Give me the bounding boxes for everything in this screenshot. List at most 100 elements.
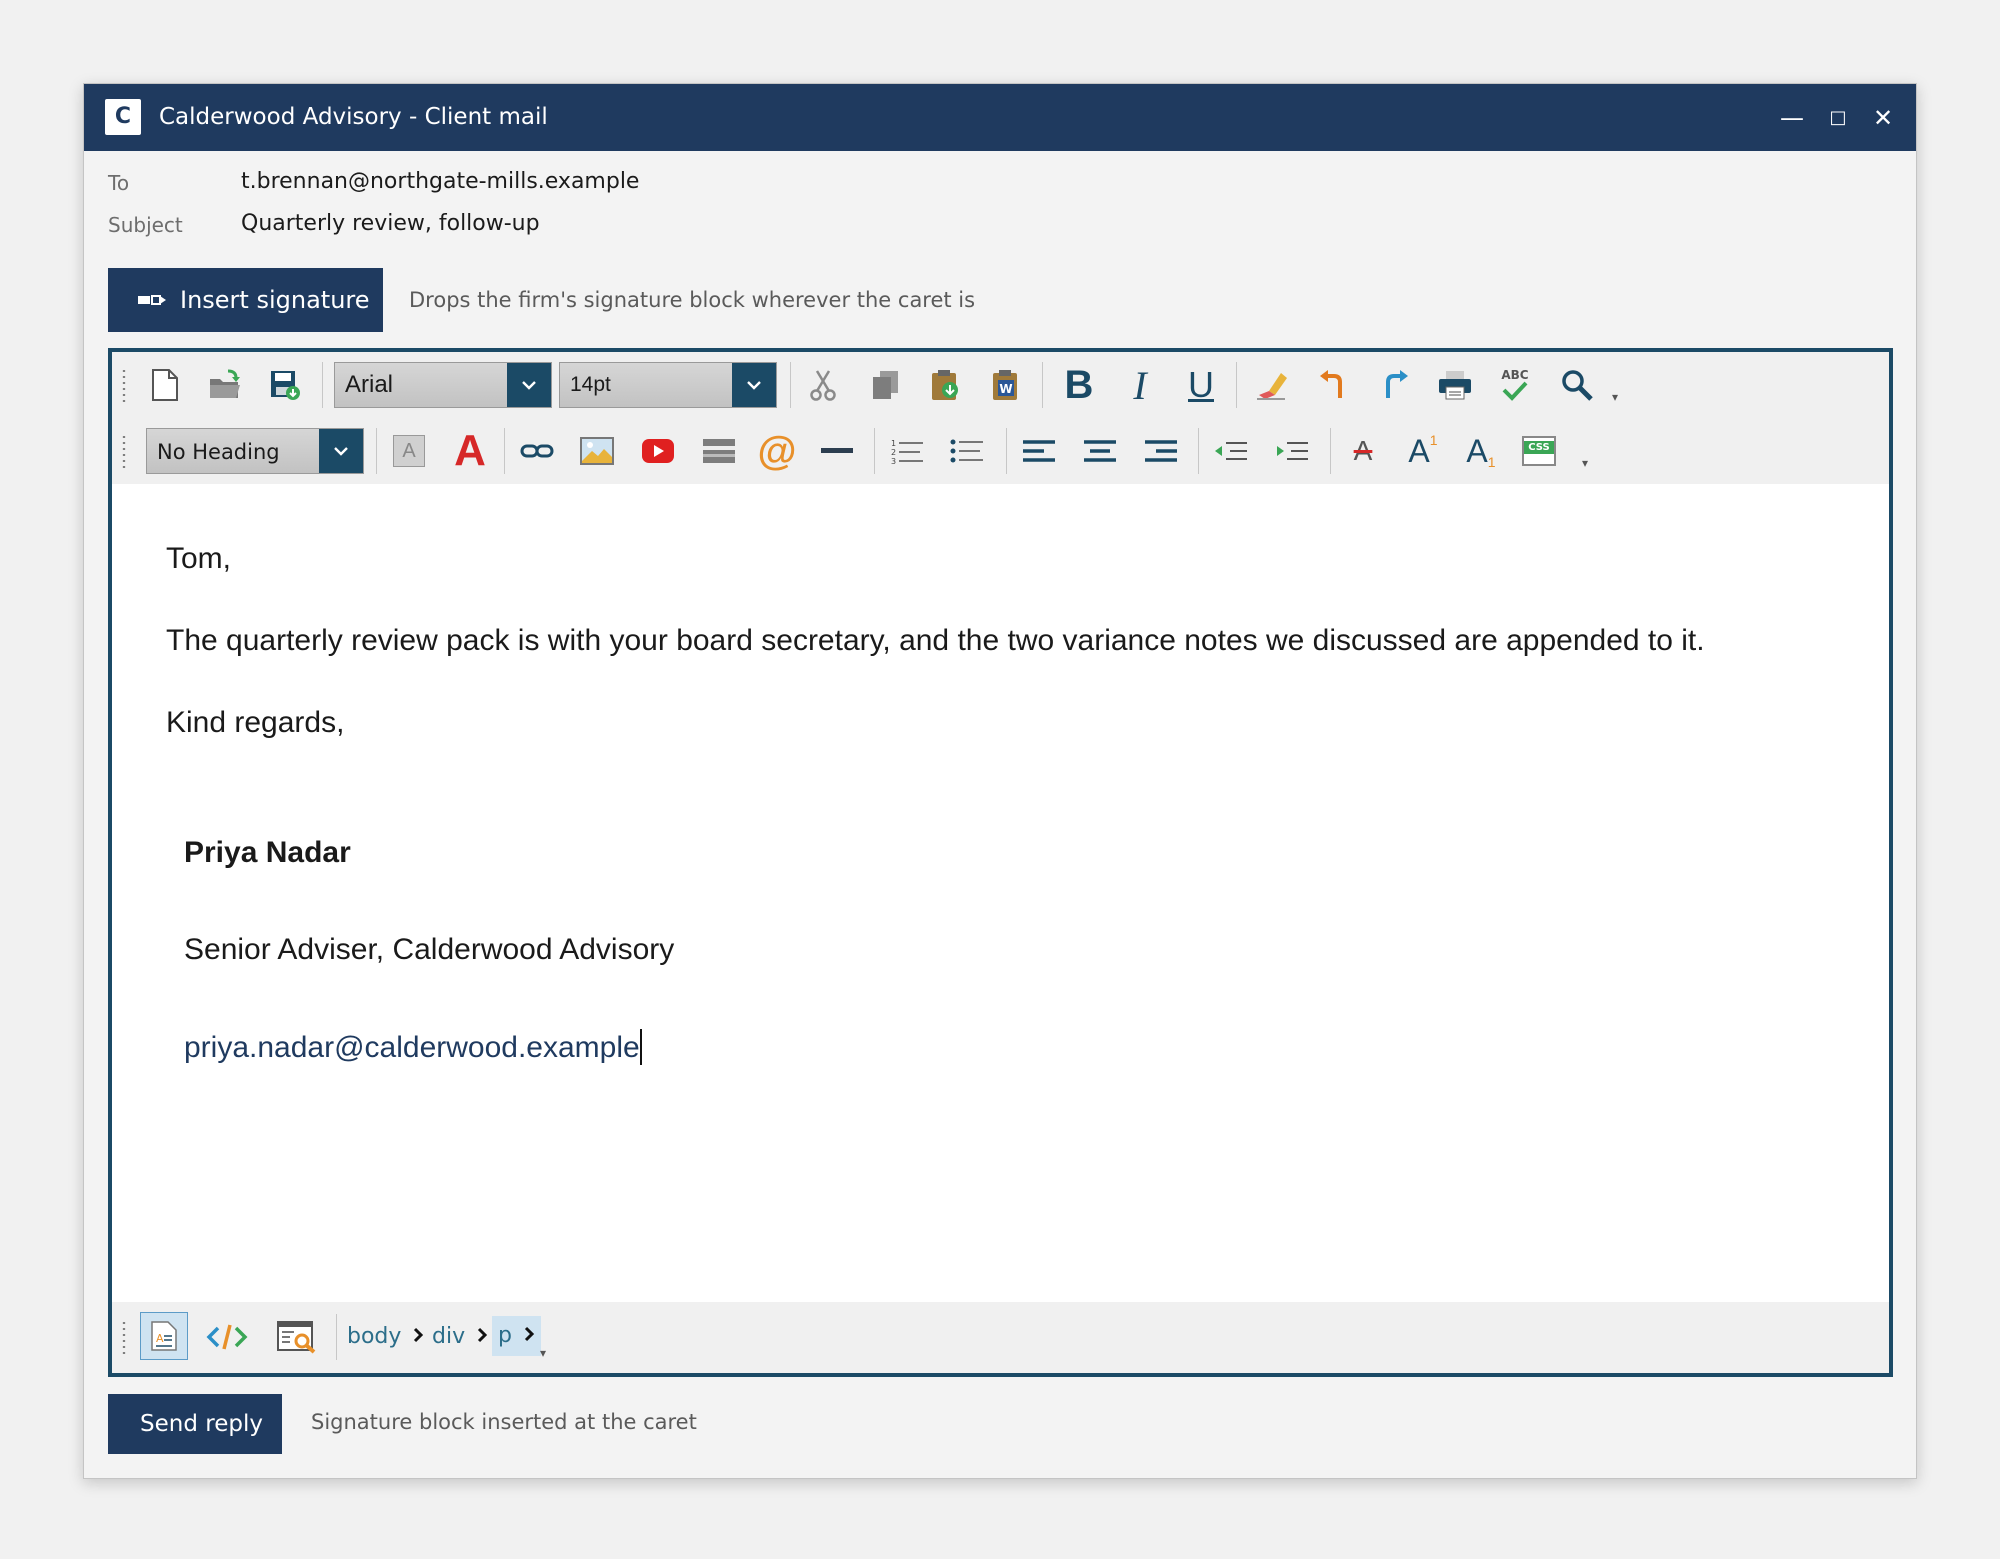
toolbar-grip[interactable] [120,368,128,402]
insert-signature-label: Insert signature [180,286,370,314]
insert-signature-hint: Drops the firm's signature block whereve… [409,288,976,312]
find-icon[interactable] [1552,352,1602,418]
body-paragraph: The quarterly review pack is with your b… [166,624,1705,657]
editor-content[interactable]: Tom, The quarterly review pack is with y… [112,490,1889,1290]
signature-title: Senior Adviser, Calderwood Advisory [184,933,675,966]
font-color-icon[interactable]: A [442,418,498,484]
signature-email[interactable]: priya.nadar@calderwood.example [184,1031,640,1064]
font-size-select[interactable]: 14pt [559,362,777,408]
print-icon[interactable] [1430,352,1480,418]
app-icon: C [105,99,141,135]
window-title: Calderwood Advisory - Client mail [159,104,548,130]
image-icon[interactable] [572,418,622,484]
svg-text:A: A [156,1332,164,1345]
toolbar-separator [504,428,505,474]
font-size-value: 14pt [570,373,611,396]
toolbar-overflow-icon[interactable]: ▾ [1582,456,1588,470]
mail-window: C Calderwood Advisory - Client mail — □ … [83,83,1917,1479]
open-folder-icon[interactable] [202,352,248,418]
heading-select[interactable]: No Heading [146,428,364,474]
toolbar-separator [336,1314,337,1360]
toolbar-separator [1236,362,1237,408]
close-button[interactable]: ✕ [1863,102,1903,134]
svg-text:1: 1 [891,439,896,448]
toolbar-overflow-icon[interactable]: ▾ [1612,390,1618,404]
design-view-button[interactable]: A [140,1312,188,1360]
toolbar-grip[interactable] [120,1320,128,1354]
align-left-icon[interactable] [1014,418,1064,484]
subject-label: Subject [108,213,183,237]
paste-icon[interactable] [922,352,968,418]
indent-icon[interactable] [1267,418,1317,484]
css-icon[interactable]: CSS [1514,418,1564,484]
breadcrumb-body[interactable]: body [347,1322,424,1352]
toolbar-row-1: Arial 14pt W B I U ABC ▾ [112,352,1889,418]
to-field[interactable]: t.brennan@northgate-mills.example [241,168,639,196]
minimize-button[interactable]: — [1772,102,1812,134]
strikethrough-icon[interactable]: A [1338,418,1388,484]
highlight-color-icon: A [393,435,425,467]
preview-icon[interactable] [272,1304,322,1370]
breadcrumb-p[interactable]: p [492,1316,541,1356]
chevron-right-icon [524,1326,535,1342]
new-document-icon[interactable] [142,352,188,418]
spellcheck-icon[interactable]: ABC [1490,352,1540,418]
toolbar-overflow-icon[interactable]: ▾ [540,1346,546,1360]
underline-button[interactable]: U [1176,352,1226,418]
align-right-icon[interactable] [1136,418,1186,484]
subscript-mark: 1 [1487,454,1496,470]
table-icon[interactable] [694,418,744,484]
redo-icon[interactable] [1369,352,1419,418]
toolbar-separator [1006,428,1007,474]
css-label: CSS [1524,441,1554,454]
undo-icon[interactable] [1309,352,1359,418]
breadcrumb-div[interactable]: div [432,1322,488,1352]
link-icon[interactable] [512,418,562,484]
paste-from-word-icon[interactable]: W [982,352,1028,418]
breadcrumb-label: p [498,1323,512,1348]
chevron-down-icon [732,363,776,407]
bullet-list-icon[interactable] [942,418,992,484]
outdent-icon[interactable] [1206,418,1256,484]
svg-text:W: W [999,382,1012,396]
signature-pen-icon [138,295,166,305]
breadcrumb-label: body [347,1324,402,1349]
title-bar[interactable]: C Calderwood Advisory - Client mail — □ … [84,84,1916,151]
eraser-icon[interactable] [1247,352,1297,418]
chevron-down-icon [507,363,551,407]
chevron-right-icon [478,1327,488,1343]
email-link-icon[interactable]: @ [752,418,802,484]
superscript-icon[interactable]: A1 [1398,418,1448,484]
align-center-icon[interactable] [1075,418,1125,484]
greeting-line: Tom, [166,542,232,575]
italic-button[interactable]: I [1115,352,1165,418]
toolbar-separator [376,428,377,474]
toolbar-separator [1330,428,1331,474]
text-caret [639,1029,642,1065]
highlight-color-button[interactable]: A [384,418,434,484]
cut-icon[interactable] [800,352,846,418]
insert-signature-button[interactable]: Insert signature [108,268,383,332]
numbered-list-icon[interactable]: 123 [882,418,932,484]
to-label: To [108,171,130,195]
bold-button[interactable]: B [1054,352,1104,418]
subject-field[interactable]: Quarterly review, follow-up [241,210,540,238]
save-icon[interactable] [262,352,308,418]
toolbar-grip[interactable] [120,434,128,468]
code-view-icon[interactable] [202,1304,252,1370]
superscript-mark: 1 [1429,432,1438,448]
signature-email-row: priya.nadar@calderwood.example [184,1029,642,1066]
toolbar-row-2: No Heading A A @ 1 2 3 A A 1 A 1 CSS ▾ [112,418,1889,484]
design-view-icon: A [151,1321,177,1351]
subscript-glyph: A [1466,432,1488,469]
toolbar-separator [322,362,323,408]
send-reply-button[interactable]: Send reply [108,1394,282,1454]
subscript-icon[interactable]: A1 [1456,418,1506,484]
video-icon[interactable] [633,418,683,484]
maximize-button[interactable]: □ [1818,102,1858,134]
copy-icon[interactable] [862,352,908,418]
font-family-select[interactable]: Arial [334,362,552,408]
superscript-glyph: A [1408,432,1430,469]
closing-line: Kind regards, [166,706,345,739]
horizontal-rule-icon[interactable] [812,418,862,484]
